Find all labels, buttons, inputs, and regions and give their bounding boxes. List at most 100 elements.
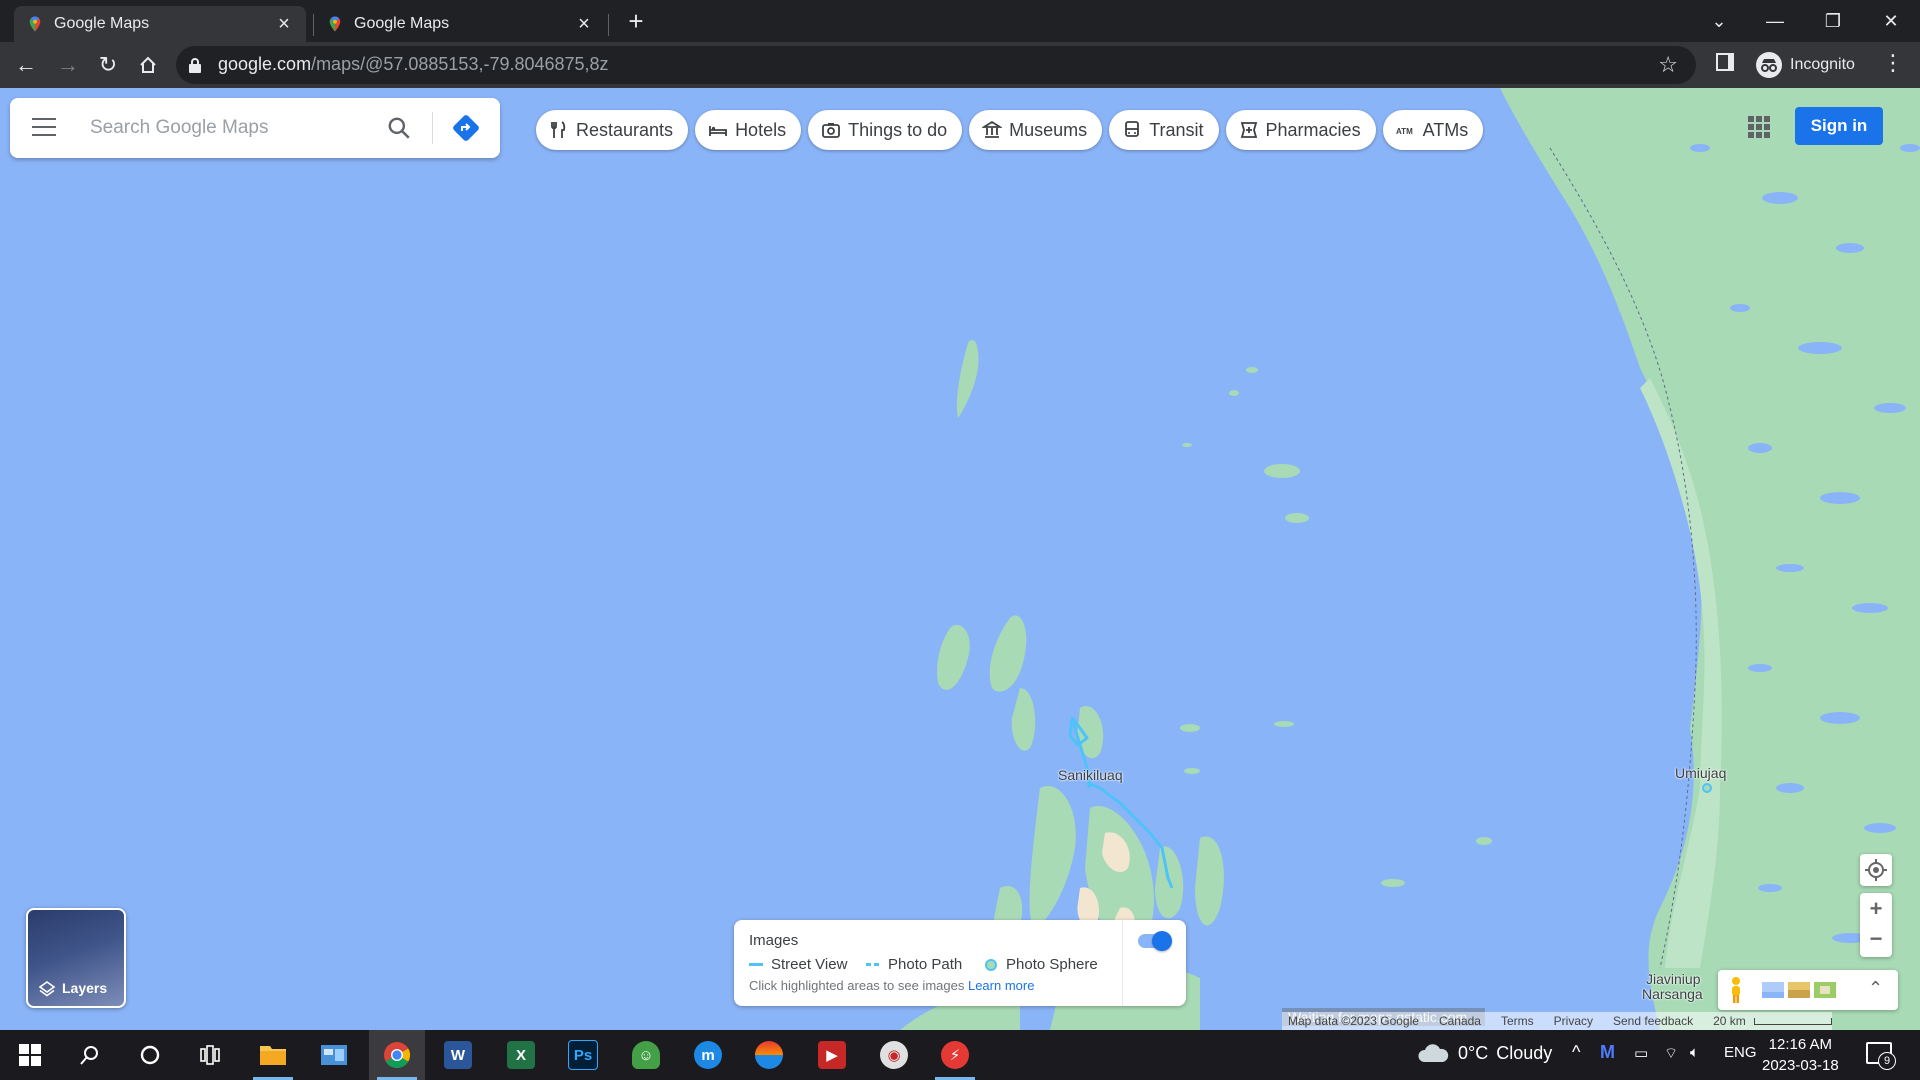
incognito-profile[interactable]: Incognito: [1756, 48, 1855, 82]
place-label-jiaviniup[interactable]: Jiaviniup: [1646, 971, 1700, 987]
search-box: [10, 98, 500, 158]
directions-icon[interactable]: [450, 112, 482, 144]
recorder-app-icon: ◉: [880, 1041, 908, 1069]
back-icon[interactable]: ←: [10, 49, 42, 81]
tab-close-icon[interactable]: ×: [574, 13, 594, 36]
photo-sphere-dot[interactable]: [1702, 783, 1712, 793]
images-toggle[interactable]: [1138, 931, 1172, 951]
forward-icon[interactable]: →: [52, 49, 84, 81]
taskbar-chrome[interactable]: [369, 1030, 425, 1080]
clock[interactable]: 12:16 AM 2023-03-18: [1762, 1034, 1839, 1076]
tab-title: Google Maps: [354, 15, 450, 32]
reload-icon[interactable]: ↻: [92, 49, 124, 81]
category-chips: Restaurants Hotels Things to do Museums …: [536, 110, 1490, 150]
terms-link[interactable]: Terms: [1501, 1014, 1534, 1028]
images-panel-divider: [1122, 920, 1123, 1006]
google-apps-icon[interactable]: [1748, 116, 1770, 138]
place-label-narsanga[interactable]: Narsanga: [1642, 986, 1703, 1002]
imagery-thumbnail-icon[interactable]: [1788, 982, 1810, 998]
taskbar-media-app[interactable]: [741, 1030, 797, 1080]
images-hint-text: Click highlighted areas to see images: [749, 978, 965, 993]
taskbar-blue-app[interactable]: m: [680, 1030, 736, 1080]
tab-google-maps-1[interactable]: Google Maps ×: [14, 6, 306, 42]
scale-label[interactable]: 20 km: [1713, 1014, 1746, 1028]
zoom-in-icon[interactable]: +: [1860, 893, 1892, 925]
chip-museums[interactable]: Museums: [969, 110, 1103, 150]
tab-google-maps-2[interactable]: Google Maps ×: [314, 6, 606, 42]
weather-widget[interactable]: 0°C Cloudy: [1416, 1042, 1552, 1064]
street-view-bar: ⌃: [1718, 970, 1898, 1010]
expand-chevron-icon[interactable]: ⌃: [1868, 978, 1883, 999]
side-panel-icon[interactable]: [1716, 53, 1734, 71]
chip-label: Restaurants: [576, 119, 674, 140]
windows-taskbar: W X Ps ☺ m ▶ ◉ ⚡ 0°C Cloudy ^ M ▭ ⌔ 🔈︎ E…: [0, 1030, 1920, 1080]
taskbar-control-panel[interactable]: [306, 1030, 362, 1080]
close-window-icon[interactable]: ✕: [1871, 6, 1911, 36]
photo-sphere-swatch: [985, 958, 997, 971]
layers-button[interactable]: Layers: [26, 908, 126, 1008]
privacy-link[interactable]: Privacy: [1554, 1014, 1593, 1028]
chip-things-to-do[interactable]: Things to do: [808, 110, 963, 150]
map-canvas[interactable]: Restaurants Hotels Things to do Museums …: [0, 88, 1920, 1030]
imagery-thumbnail-icon[interactable]: [1762, 982, 1784, 998]
chip-label: ATMs: [1422, 119, 1469, 140]
learn-more-link[interactable]: Learn more: [968, 978, 1034, 993]
cortana-button[interactable]: [122, 1030, 178, 1080]
taskbar-green-app[interactable]: ☺: [618, 1030, 674, 1080]
camera-icon: [822, 123, 840, 138]
taskbar-excel[interactable]: X: [493, 1030, 549, 1080]
restore-icon[interactable]: ❐: [1813, 6, 1853, 36]
start-button[interactable]: [2, 1030, 58, 1080]
sign-in-button[interactable]: Sign in: [1795, 107, 1883, 145]
place-label-umiujaq[interactable]: Umiujaq: [1675, 765, 1726, 781]
chip-restaurants[interactable]: Restaurants: [536, 110, 689, 150]
place-label-sanikiluaq[interactable]: Sanikiluaq: [1058, 767, 1123, 783]
task-view-icon: [200, 1045, 220, 1065]
taskbar-search-button[interactable]: [62, 1030, 118, 1080]
address-bar[interactable]: google.com/maps/@57.0885153,-79.8046875,…: [176, 46, 1696, 84]
lock-icon[interactable]: [188, 57, 202, 73]
tray-chevron-icon[interactable]: ^: [1572, 1042, 1580, 1063]
url-text[interactable]: google.com/maps/@57.0885153,-79.8046875,…: [218, 54, 609, 75]
language-indicator[interactable]: ENG: [1724, 1044, 1757, 1061]
pegman-icon[interactable]: [1728, 976, 1744, 1004]
tab-close-icon[interactable]: ×: [274, 13, 294, 36]
layers-icon: [38, 981, 56, 997]
chip-hotels[interactable]: Hotels: [695, 110, 802, 150]
taskbar-recorder-app[interactable]: ◉: [866, 1030, 922, 1080]
wifi-icon[interactable]: ⌔: [1664, 1044, 1678, 1063]
my-location-button[interactable]: [1860, 854, 1892, 886]
search-icon[interactable]: [386, 115, 412, 141]
taskbar-video-app[interactable]: ▶: [804, 1030, 860, 1080]
send-feedback-link[interactable]: Send feedback: [1613, 1014, 1693, 1028]
minimize-icon[interactable]: —: [1755, 6, 1795, 36]
country-link[interactable]: Canada: [1439, 1014, 1481, 1028]
chip-transit[interactable]: Transit: [1109, 110, 1219, 150]
menu-hamburger-icon[interactable]: [32, 118, 56, 136]
zoom-out-icon[interactable]: −: [1860, 925, 1892, 957]
browser-menu-icon[interactable]: ⋮: [1882, 50, 1904, 76]
task-view-button[interactable]: [182, 1030, 238, 1080]
volume-icon[interactable]: 🔈︎: [1690, 1044, 1699, 1061]
taskbar-flash-app[interactable]: ⚡: [927, 1030, 983, 1080]
new-tab-icon[interactable]: +: [623, 8, 649, 34]
photo-path-dash-swatch: [866, 962, 879, 966]
chip-pharmacies[interactable]: Pharmacies: [1225, 110, 1376, 150]
search-input[interactable]: [88, 112, 372, 144]
bookmark-star-icon[interactable]: ☆: [1658, 52, 1678, 78]
imagery-thumbnail-icon[interactable]: [1814, 982, 1836, 998]
taskbar-file-explorer[interactable]: [245, 1030, 301, 1080]
profile-label: Incognito: [1790, 56, 1855, 73]
tab-search-chevron-icon[interactable]: ⌄: [1699, 6, 1739, 36]
chip-atms[interactable]: ATM ATMs: [1382, 110, 1484, 150]
map-tiles[interactable]: [0, 88, 1920, 1030]
tray-app-icon[interactable]: M: [1600, 1042, 1615, 1063]
cortana-circle-icon: [140, 1045, 160, 1065]
home-icon[interactable]: [132, 49, 164, 81]
taskbar-word[interactable]: W: [430, 1030, 486, 1080]
battery-icon[interactable]: ▭: [1634, 1044, 1648, 1062]
legend-street-view: Street View: [749, 956, 847, 973]
google-maps-favicon-icon: [329, 16, 341, 32]
windows-logo-icon: [19, 1044, 41, 1066]
taskbar-photoshop[interactable]: Ps: [555, 1030, 611, 1080]
